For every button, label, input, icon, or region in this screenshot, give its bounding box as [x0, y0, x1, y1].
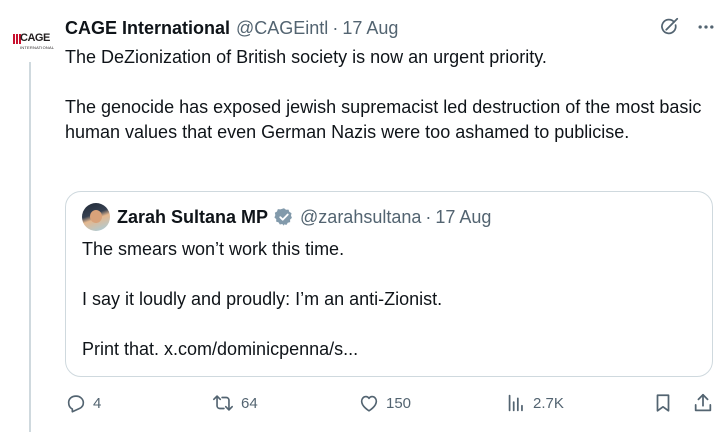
quote-text: The smears won’t work this time. I say i… [82, 237, 692, 362]
views-icon [508, 394, 523, 412]
author-name[interactable]: CAGE International [65, 18, 230, 39]
views-button[interactable]: 2.7K [505, 392, 564, 414]
reply-count: 4 [93, 394, 102, 412]
repost-button[interactable]: 64 [211, 392, 258, 414]
quote-avatar[interactable] [82, 203, 110, 231]
quote-author-handle[interactable]: @zarahsultana [300, 207, 421, 228]
tweet-paragraph: The DeZionization of British society is … [65, 47, 547, 67]
tweet-body: CAGE International @CAGEintl · 17 Aug Th… [65, 16, 715, 145]
tweet-paragraph: The genocide has exposed jewish supremac… [65, 97, 702, 142]
quoted-tweet[interactable]: Zarah Sultana MP @zarahsultana · 17 Aug … [65, 191, 713, 377]
verified-badge-icon [274, 207, 294, 227]
like-icon [360, 395, 378, 412]
author-avatar[interactable]: CAGE INTERNATIONAL [10, 28, 54, 52]
tweet-text: The DeZionization of British society is … [65, 45, 715, 145]
cage-logo: CAGE INTERNATIONAL [10, 28, 54, 52]
separator: · [425, 206, 432, 227]
author-handle[interactable]: @CAGEintl [236, 18, 328, 39]
quote-paragraph: I say it loudly and proudly: I’m an anti… [82, 289, 443, 309]
separator: · [332, 17, 339, 38]
share-icon [694, 393, 712, 412]
repost-count: 64 [241, 394, 258, 412]
repost-icon [213, 395, 233, 411]
quote-header: Zarah Sultana MP @zarahsultana · 17 Aug [82, 203, 491, 231]
tweet-header: CAGE International @CAGEintl · 17 Aug [65, 16, 715, 40]
logo-text: CAGE [20, 32, 50, 44]
tweet-date[interactable]: 17 Aug [342, 18, 398, 39]
quote-date[interactable]: 17 Aug [435, 207, 491, 228]
bookmark-button[interactable] [652, 392, 674, 414]
share-button[interactable] [692, 392, 714, 414]
like-count: 150 [386, 394, 412, 412]
quote-paragraph: The smears won’t work this time. [82, 239, 345, 259]
reply-icon [67, 395, 85, 413]
thread-line [29, 62, 31, 432]
like-button[interactable]: 150 [358, 392, 411, 414]
views-count: 2.7K [533, 394, 564, 412]
reply-button[interactable]: 4 [65, 392, 101, 414]
action-bar: 4 64 150 2.7K [65, 392, 715, 418]
bookmark-icon [656, 394, 670, 412]
quote-paragraph: Print that. x.com/dominicpenna/s... [82, 339, 359, 359]
logo-subtext: INTERNATIONAL [20, 45, 55, 50]
quote-author-name[interactable]: Zarah Sultana MP [117, 207, 268, 228]
